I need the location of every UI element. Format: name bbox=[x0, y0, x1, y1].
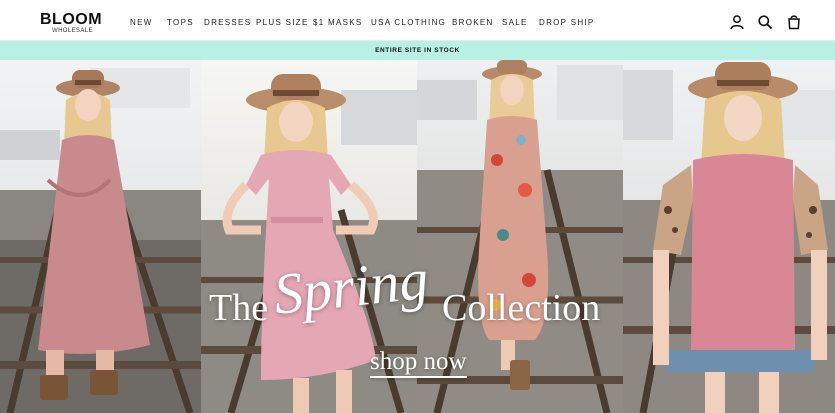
shop-now-link[interactable]: shop now bbox=[370, 348, 467, 378]
shop-now-underline bbox=[370, 376, 467, 378]
nav-item-broken[interactable]: BROKEN bbox=[452, 17, 494, 29]
nav-item-masks[interactable]: $1 MASKS bbox=[313, 17, 363, 29]
brand-logo[interactable]: BLOOM WHOLESALE bbox=[40, 12, 102, 36]
header-icons bbox=[729, 14, 809, 30]
nav-item-plus-size[interactable]: PLUS SIZE bbox=[256, 17, 309, 29]
hero-banner[interactable]: The Spring Collection shop now bbox=[0, 60, 835, 413]
site-header: BLOOM WHOLESALE NEW TOPS DRESSES PLUS SI… bbox=[0, 0, 835, 40]
cart-icon[interactable] bbox=[786, 14, 802, 30]
announcement-text: ENTIRE SITE IN STOCK bbox=[375, 47, 460, 54]
search-icon[interactable] bbox=[757, 14, 773, 30]
nav-item-dresses[interactable]: DRESSES bbox=[204, 17, 251, 29]
nav-item-drop-ship[interactable]: DROP SHIP bbox=[539, 17, 595, 29]
brand-name: BLOOM bbox=[40, 11, 103, 28]
brand-subname: WHOLESALE bbox=[52, 28, 93, 34]
nav-item-usa-clothing[interactable]: USA CLOTHING bbox=[371, 17, 446, 29]
hero-photo-1 bbox=[0, 60, 201, 413]
nav-item-sale[interactable]: SALE bbox=[502, 17, 528, 29]
account-icon[interactable] bbox=[729, 14, 745, 30]
shop-now-label: shop now bbox=[370, 348, 467, 375]
announcement-bar: ENTIRE SITE IN STOCK bbox=[0, 40, 835, 60]
nav-item-tops[interactable]: TOPS bbox=[167, 17, 194, 29]
hero-photo-4 bbox=[623, 60, 835, 413]
nav-item-new[interactable]: NEW bbox=[130, 17, 153, 29]
